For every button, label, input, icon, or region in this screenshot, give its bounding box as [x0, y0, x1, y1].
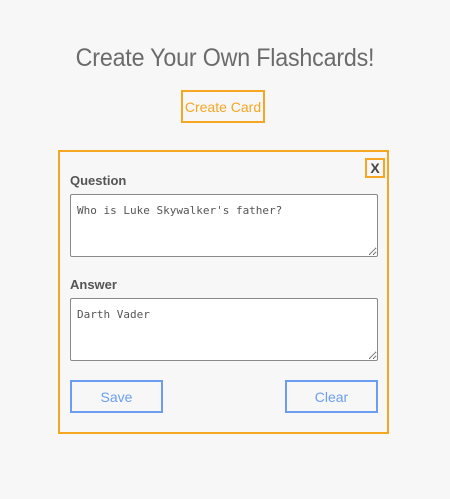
create-card-button[interactable]: Create Card	[181, 90, 265, 123]
flashcard-form-modal: X Question Who is Luke Skywalker's fathe…	[58, 150, 389, 434]
question-label: Question	[70, 173, 127, 188]
clear-button[interactable]: Clear	[285, 380, 378, 413]
answer-input[interactable]: Darth Vader	[70, 298, 378, 361]
question-input[interactable]: Who is Luke Skywalker's father?	[70, 194, 378, 257]
answer-label: Answer	[70, 277, 117, 292]
save-button[interactable]: Save	[70, 380, 163, 413]
page-title: Create Your Own Flashcards!	[75, 44, 375, 72]
close-button[interactable]: X	[365, 158, 385, 178]
